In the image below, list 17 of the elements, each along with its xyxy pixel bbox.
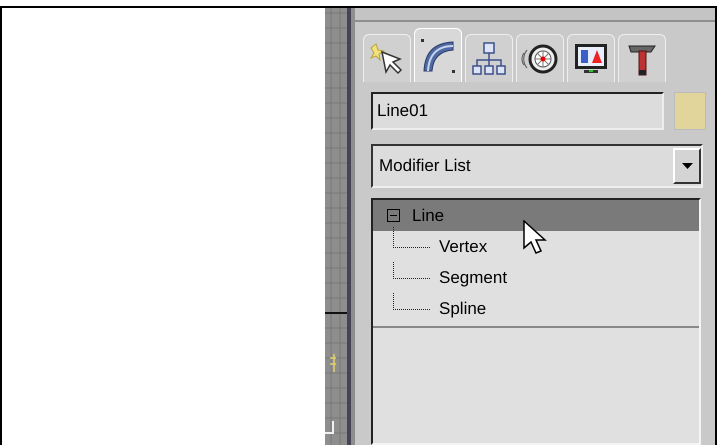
hierarchy-icon bbox=[470, 40, 508, 78]
object-name-field[interactable]: Line01 bbox=[371, 92, 664, 130]
modifier-list-label: Modifier List bbox=[379, 156, 471, 176]
panel-tab[interactable] bbox=[618, 34, 666, 82]
dropdown-arrow-button[interactable] bbox=[673, 148, 701, 184]
panel-tab[interactable] bbox=[567, 34, 615, 82]
collapse-icon[interactable] bbox=[387, 209, 400, 222]
stack-item[interactable]: Line bbox=[373, 200, 699, 231]
object-color-swatch[interactable] bbox=[674, 92, 706, 130]
caret-icon bbox=[682, 163, 692, 169]
curved-pipe-icon bbox=[419, 36, 457, 74]
panel-tab[interactable] bbox=[516, 34, 564, 82]
panel-tab[interactable] bbox=[465, 34, 513, 82]
panel-tab[interactable] bbox=[363, 34, 411, 82]
sub-object-item[interactable]: Spline bbox=[373, 293, 699, 324]
sub-object-item[interactable]: Segment bbox=[373, 262, 699, 293]
modifier-list-dropdown[interactable]: Modifier List bbox=[371, 144, 703, 188]
